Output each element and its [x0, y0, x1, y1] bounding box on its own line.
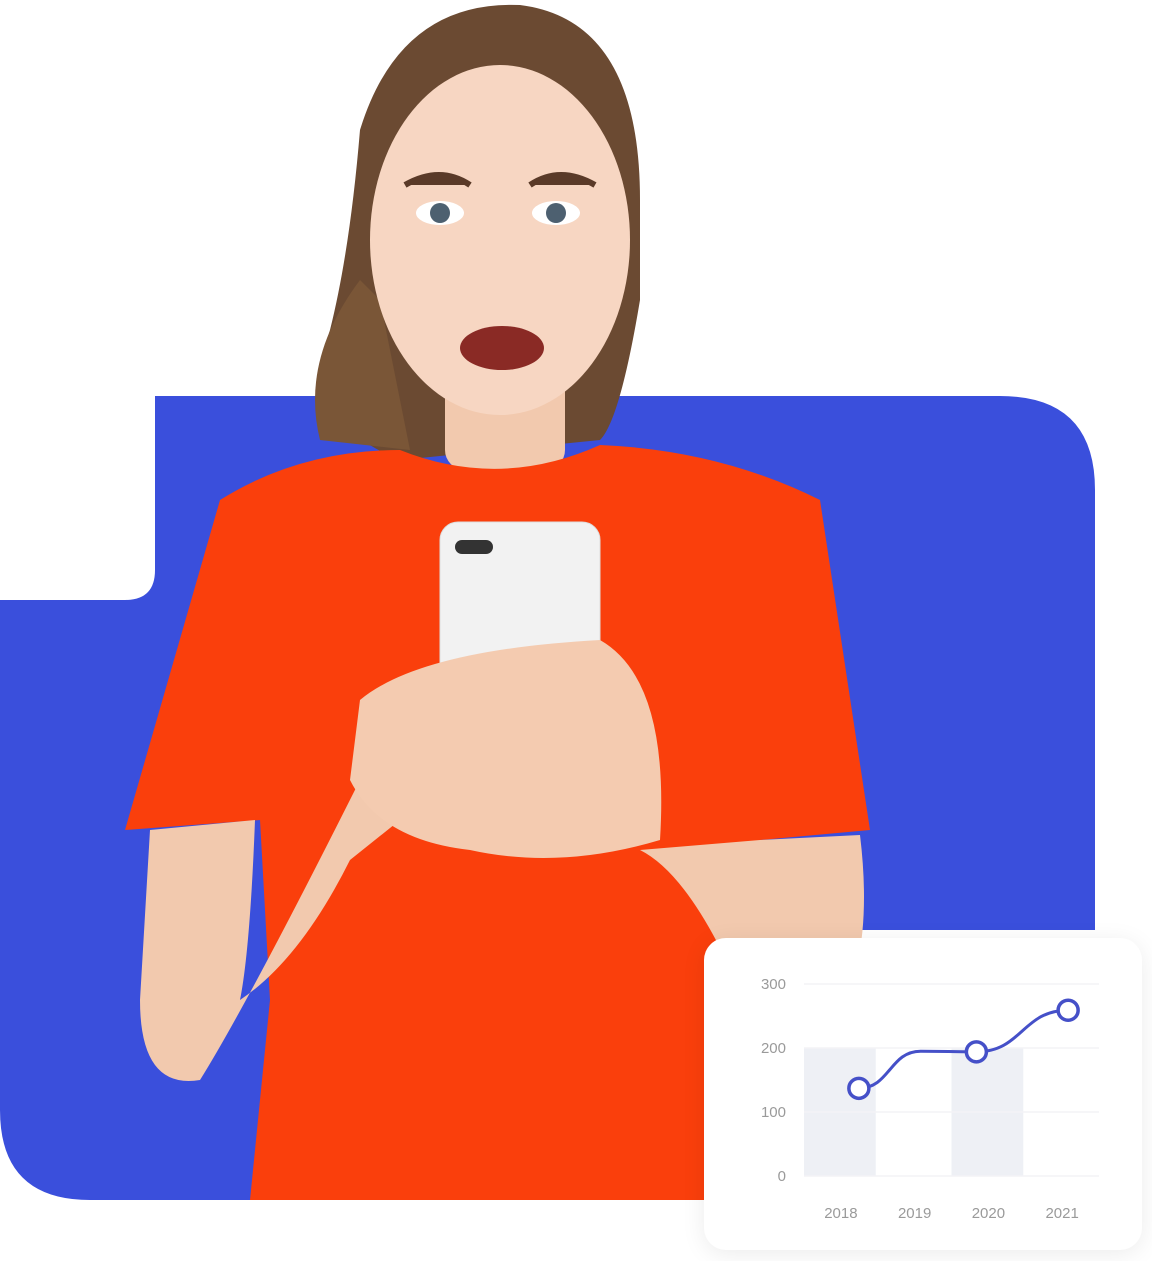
x-tick-label: 2020 — [972, 1205, 1005, 1222]
y-tick-label: 300 — [761, 976, 786, 993]
data-point-2018 — [847, 1076, 871, 1101]
mouth — [460, 326, 544, 370]
x-tick-label: 2018 — [824, 1205, 857, 1222]
y-tick-label: 0 — [778, 1168, 786, 1185]
x-tick-label: 2021 — [1045, 1205, 1078, 1222]
data-point-2021 — [1056, 998, 1080, 1022]
line-chart: 0 100 200 300 2018 2019 2020 2021 — [761, 976, 1099, 1222]
y-tick-label: 100 — [761, 1104, 786, 1121]
x-tick-label: 2019 — [898, 1205, 931, 1222]
y-tick-label: 200 — [761, 1040, 786, 1057]
data-point-2020 — [964, 1040, 989, 1064]
chart-card: 0 100 200 300 2018 2019 2020 2021 — [704, 938, 1142, 1250]
